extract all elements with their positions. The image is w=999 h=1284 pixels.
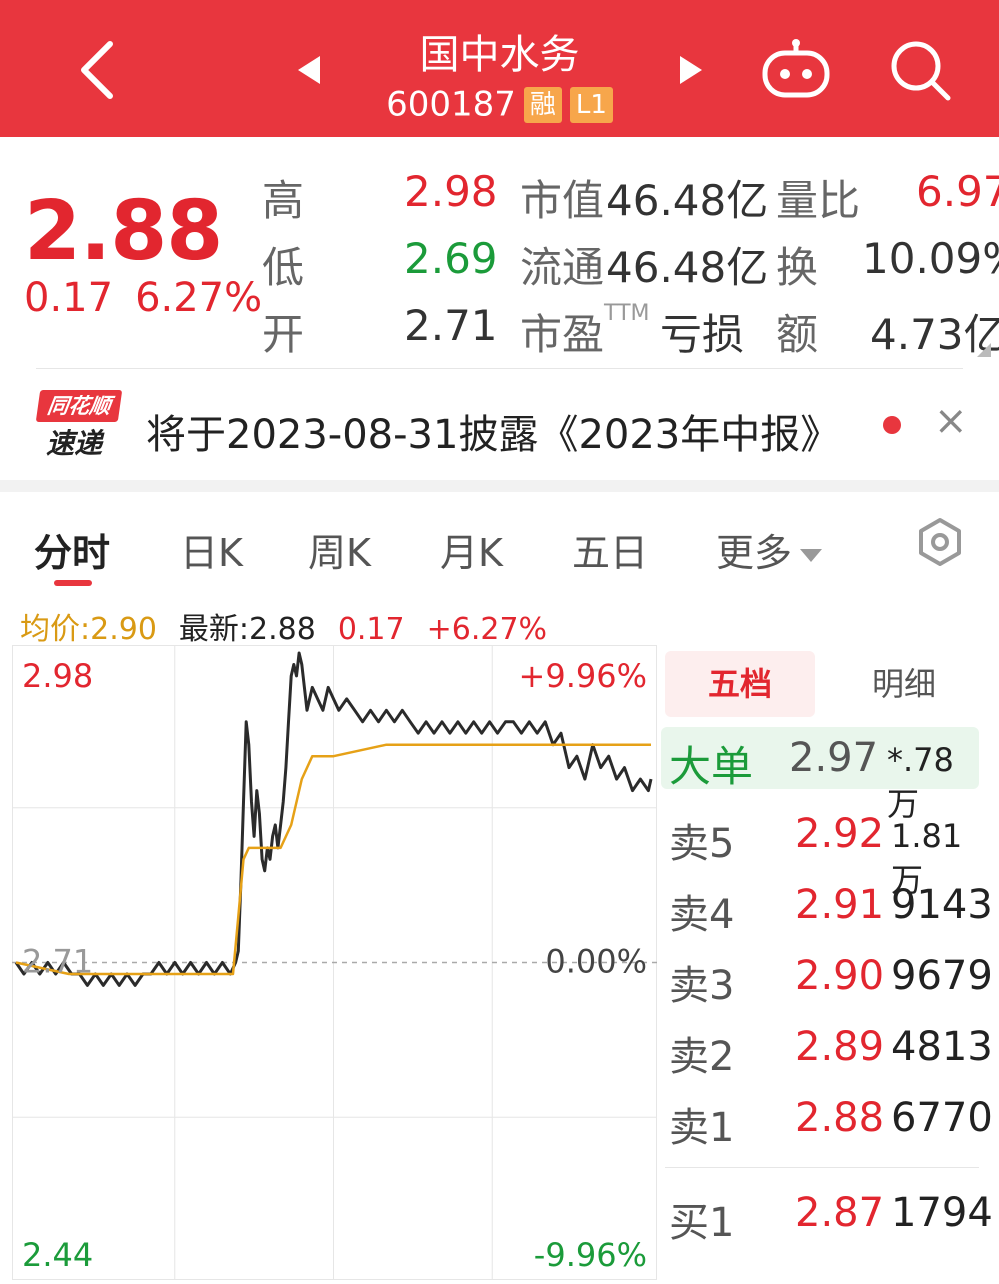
ask-row-2[interactable]: 卖2 2.89 4813 — [667, 1024, 993, 1084]
ask-label: 卖2 — [669, 1034, 735, 1080]
big-order-price: 2.97 — [789, 735, 879, 781]
order-book: 五档 明细 大单 2.97 *.78万 卖5 2.92 1.81万 卖4 2.9… — [659, 645, 999, 1280]
ask-price: 2.90 — [795, 953, 885, 999]
volume-ratio-value: 6.97 — [916, 167, 999, 216]
pct-label-mid: 0.00% — [545, 943, 647, 981]
ask-price: 2.89 — [795, 1024, 885, 1070]
top-bar: 国中水务 600187 融 L1 — [0, 0, 999, 137]
pe-label-text: 市盈 — [520, 310, 605, 359]
stock-code: 600187 — [386, 84, 516, 125]
caret-down-icon — [800, 549, 823, 562]
tab-daily-k[interactable]: 日K — [180, 522, 243, 577]
low-label: 低 — [262, 243, 305, 292]
quote-divider — [36, 368, 963, 369]
intraday-info-row: 均价:2.90 最新:2.88 0.17 +6.27% — [20, 604, 569, 648]
ask-price: 2.88 — [795, 1095, 885, 1141]
pe-label: 市盈TTM — [520, 301, 650, 362]
hexagon-settings-icon[interactable] — [914, 516, 966, 568]
triangle-right-icon[interactable] — [678, 54, 704, 86]
float-cap-value: 46.48亿 — [606, 243, 769, 292]
tab-monthly-k[interactable]: 月K — [440, 522, 503, 577]
avg-price-text: 均价:2.90 — [20, 612, 157, 647]
logo-top-text: 同花顺 — [35, 390, 123, 422]
high-value: 2.98 — [404, 167, 498, 216]
big-order-row[interactable]: 大单 2.97 *.78万 — [661, 727, 979, 823]
level-badge: L1 — [569, 86, 613, 123]
low-value: 2.69 — [404, 234, 498, 283]
turnover-value: 10.09% — [862, 234, 999, 283]
ths-express-logo: 同花顺 速递 — [35, 390, 123, 460]
expand-corner-icon[interactable] — [977, 343, 991, 357]
change-percent: 6.27% — [135, 275, 263, 321]
ask-price: 2.91 — [795, 882, 885, 928]
info-change: 0.17 — [337, 612, 405, 647]
unread-dot — [883, 416, 901, 434]
big-order-label: 大单 — [669, 742, 754, 791]
tab-five-day[interactable]: 五日 — [572, 522, 648, 577]
notice-text[interactable]: 将于2023-08-31披露《2023年中报》 — [146, 402, 840, 460]
ask-volume: 9143 — [891, 882, 993, 928]
ask-volume: 6770 — [891, 1095, 993, 1141]
notice-bar[interactable]: 同花顺 速递 将于2023-08-31披露《2023年中报》 × — [0, 370, 999, 480]
ask-row-1[interactable]: 卖1 2.88 6770 — [667, 1095, 993, 1155]
bid-label: 买1 — [669, 1200, 735, 1246]
logo-bottom-text: 速递 — [46, 427, 103, 460]
pe-value: 亏损 — [660, 310, 745, 359]
latest-price-text: 最新:2.88 — [178, 612, 316, 647]
ask-row-5[interactable]: 卖5 2.92 1.81万 — [667, 811, 987, 899]
tab-more-label: 更多 — [716, 531, 793, 575]
tab-more[interactable]: 更多 — [716, 522, 823, 577]
info-change-pct: +6.27% — [426, 612, 548, 647]
current-price: 2.88 — [24, 184, 223, 279]
ask-label: 卖1 — [669, 1105, 735, 1151]
high-label: 高 — [262, 176, 305, 225]
y-label-prev-close: 2.71 — [22, 943, 93, 981]
tab-details[interactable]: 明细 — [829, 651, 979, 717]
pe-ttm-superscript: TTM — [604, 301, 650, 326]
amount-label: 额 — [776, 310, 819, 359]
ask-price: 2.92 — [795, 811, 885, 857]
ask-label: 卖4 — [669, 892, 735, 938]
close-icon[interactable]: × — [934, 398, 968, 444]
market-cap-value: 46.48亿 — [606, 176, 769, 225]
stock-name: 国中水务 — [419, 32, 580, 78]
y-label-high: 2.98 — [22, 657, 93, 695]
bid-price: 2.87 — [795, 1190, 885, 1236]
ask-volume: 9679 — [891, 953, 993, 999]
ask-row-3[interactable]: 卖3 2.90 9679 — [667, 953, 993, 1013]
open-value: 2.71 — [404, 301, 498, 350]
intraday-chart-svg[interactable]: 2.98 2.71 2.44 +9.96% 0.00% -9.96% — [12, 645, 657, 1280]
y-label-low: 2.44 — [22, 1236, 93, 1274]
bid-row-1[interactable]: 买1 2.87 1794 — [667, 1190, 993, 1250]
pct-label-high: +9.96% — [519, 657, 647, 695]
tab-weekly-k[interactable]: 周K — [308, 522, 371, 577]
price-change: 0.17 6.27% — [24, 275, 262, 321]
volume-ratio-label: 量比 — [776, 176, 861, 225]
ask-volume: 4813 — [891, 1024, 993, 1070]
ask-row-4[interactable]: 卖4 2.91 9143 — [667, 882, 993, 942]
turnover-label: 换 — [776, 243, 819, 292]
search-icon[interactable] — [888, 38, 952, 102]
open-label: 开 — [262, 310, 305, 359]
market-cap-label: 市值 — [520, 176, 605, 225]
stock-code-row: 600187 融 L1 — [0, 83, 999, 125]
float-cap-label: 流通 — [520, 243, 605, 292]
intraday-chart[interactable]: 2.98 2.71 2.44 +9.96% 0.00% -9.96% — [12, 645, 657, 1280]
active-tab-indicator — [54, 580, 92, 586]
orderbook-divider — [665, 1167, 979, 1168]
margin-badge: 融 — [523, 86, 562, 123]
section-separator — [0, 480, 999, 492]
bid-volume: 1794 — [891, 1190, 993, 1236]
tab-five-levels[interactable]: 五档 — [665, 651, 815, 717]
ask-label: 卖3 — [669, 963, 735, 1009]
period-tabs: 分时 日K 周K 月K 五日 更多 — [0, 492, 999, 592]
change-amount: 0.17 — [24, 275, 114, 321]
pct-label-low: -9.96% — [534, 1236, 647, 1274]
quote-panel: 2.88 0.17 6.27% 高 2.98 低 2.69 开 2.71 市值 4… — [0, 137, 999, 367]
robot-assistant-icon[interactable] — [760, 38, 832, 100]
ask-label: 卖5 — [669, 821, 735, 867]
tab-intraday[interactable]: 分时 — [34, 522, 110, 577]
